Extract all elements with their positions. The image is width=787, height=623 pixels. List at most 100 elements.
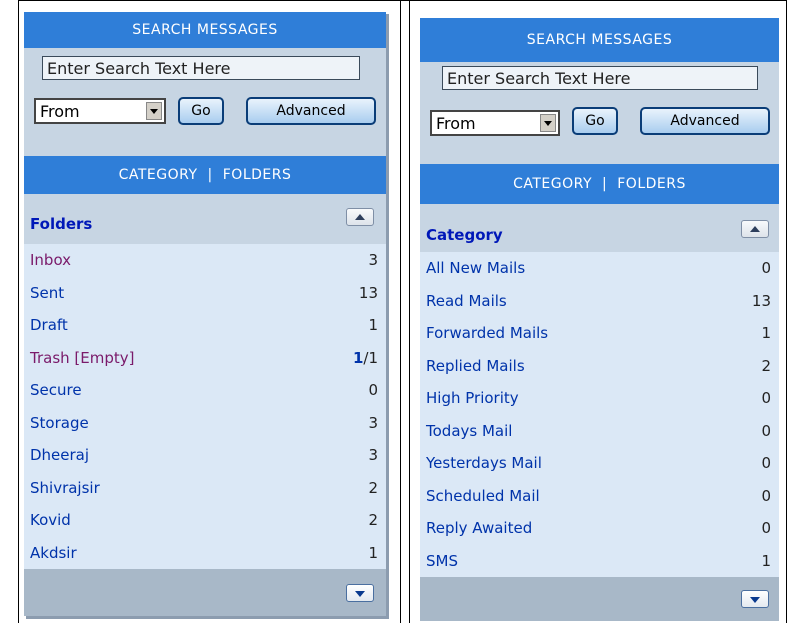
frame-top: [18, 0, 787, 1]
list-item[interactable]: SMS 1: [420, 545, 779, 578]
left-panel: SEARCH MESSAGES From Go Advanced CATEGOR…: [24, 12, 386, 616]
search-messages-header: SEARCH MESSAGES: [24, 12, 386, 48]
item-count: 0: [368, 381, 378, 399]
tab-category[interactable]: CATEGORY: [119, 167, 198, 183]
list-item[interactable]: Todays Mail 0: [420, 415, 779, 448]
category-section-header: Category: [420, 212, 779, 252]
search-input[interactable]: [442, 66, 758, 90]
item-label: Sent: [30, 283, 65, 302]
search-messages-header: SEARCH MESSAGES: [420, 18, 779, 62]
item-count: 1: [761, 551, 771, 570]
tab-folders[interactable]: FOLDERS: [617, 176, 686, 192]
list-item[interactable]: High Priority 0: [420, 382, 779, 415]
folders-list: Inbox 3 Sent 13 Draft 1 Trash [Empty] 1/…: [24, 244, 386, 569]
item-count: 13: [358, 283, 378, 302]
list-item[interactable]: Draft 1: [24, 309, 386, 342]
item-count: 1: [761, 324, 771, 342]
folders-section-header: Folders: [24, 202, 386, 244]
list-item[interactable]: Secure 0: [24, 374, 386, 407]
item-label: Trash [Empty]: [30, 348, 135, 367]
list-item[interactable]: Kovid 2: [24, 504, 386, 537]
item-label: Shivrajsir: [30, 478, 100, 497]
item-count: 1: [368, 316, 378, 334]
item-label: Forwarded Mails: [426, 324, 549, 342]
go-button[interactable]: Go: [572, 107, 618, 135]
category-folders-tabs: CATEGORY | FOLDERS: [420, 164, 779, 204]
item-count: 3: [368, 251, 378, 269]
section-title: Category: [426, 226, 503, 244]
item-count: 3: [368, 413, 378, 432]
item-label: Draft: [30, 316, 68, 334]
search-messages-title: SEARCH MESSAGES: [526, 32, 673, 48]
scroll-down-icon[interactable]: [346, 584, 374, 602]
item-label: Kovid: [30, 511, 71, 529]
scroll-down-icon[interactable]: [741, 590, 769, 608]
advanced-button[interactable]: Advanced: [246, 97, 376, 125]
item-label: Read Mails: [426, 291, 507, 310]
item-label: Scheduled Mail: [426, 486, 540, 505]
list-item[interactable]: Sent 13: [24, 277, 386, 310]
item-label: SMS: [426, 551, 458, 570]
list-item[interactable]: Akdsir 1: [24, 537, 386, 570]
left-panel-shadow-bottom: [26, 616, 389, 619]
list-item[interactable]: All New Mails 0: [420, 252, 779, 285]
item-count: 0: [761, 486, 771, 505]
item-count: 2: [761, 356, 771, 375]
item-label: Storage: [30, 413, 89, 432]
scroll-up-icon[interactable]: [741, 220, 769, 238]
item-total-count: /1: [363, 348, 378, 367]
tab-separator: |: [207, 167, 213, 183]
folders-list-footer: [24, 569, 386, 616]
list-item[interactable]: Storage 3: [24, 407, 386, 440]
category-list: All New Mails 0 Read Mails 13 Forwarded …: [420, 252, 779, 577]
item-label: Yesterdays Mail: [426, 454, 542, 472]
item-count: 0: [761, 421, 771, 440]
frame-mid-2: [409, 0, 410, 623]
item-label: Akdsir: [30, 543, 77, 562]
item-label: Todays Mail: [426, 421, 513, 440]
chevron-down-icon[interactable]: [146, 102, 162, 120]
search-field-select[interactable]: From: [430, 110, 560, 136]
tab-folders[interactable]: FOLDERS: [223, 167, 292, 183]
section-title: Folders: [30, 215, 93, 233]
list-item[interactable]: Shivrajsir 2: [24, 472, 386, 505]
category-list-footer: [420, 577, 779, 621]
item-count: 13: [751, 291, 771, 310]
tab-category[interactable]: CATEGORY: [513, 176, 592, 192]
item-unread-count: 1: [352, 348, 364, 367]
frame-left: [18, 0, 19, 623]
search-input[interactable]: [42, 56, 360, 80]
list-item[interactable]: Trash [Empty] 1/1: [24, 342, 386, 375]
list-item[interactable]: Dheeraj 3: [24, 439, 386, 472]
list-item[interactable]: Reply Awaited 0: [420, 512, 779, 545]
item-label: Dheeraj: [30, 446, 90, 464]
item-count: 3: [368, 446, 378, 464]
item-count: 0: [761, 454, 771, 472]
advanced-button[interactable]: Advanced: [640, 107, 770, 135]
item-label: All New Mails: [426, 259, 526, 277]
item-count: 0: [761, 389, 771, 407]
search-field-value: From: [40, 102, 80, 121]
scroll-up-icon[interactable]: [346, 208, 374, 226]
list-item[interactable]: Replied Mails 2: [420, 350, 779, 383]
search-field-value: From: [436, 114, 476, 133]
search-messages-title: SEARCH MESSAGES: [132, 22, 278, 38]
item-count: 1/1: [353, 349, 378, 367]
chevron-down-icon[interactable]: [540, 114, 556, 132]
list-item[interactable]: Read Mails 13: [420, 285, 779, 318]
go-button[interactable]: Go: [178, 97, 224, 125]
list-item[interactable]: Yesterdays Mail 0: [420, 447, 779, 480]
item-count: 0: [761, 259, 771, 277]
search-field-select[interactable]: From: [34, 98, 166, 124]
list-item[interactable]: Forwarded Mails 1: [420, 317, 779, 350]
item-label: High Priority: [426, 389, 519, 407]
item-count: 0: [761, 519, 771, 537]
category-folders-tabs: CATEGORY | FOLDERS: [24, 156, 386, 194]
frame-mid-1: [400, 0, 401, 623]
tab-separator: |: [602, 176, 608, 192]
item-count: 2: [368, 511, 378, 529]
list-item[interactable]: Inbox 3: [24, 244, 386, 277]
left-panel-shadow: [386, 14, 389, 618]
list-item[interactable]: Scheduled Mail 0: [420, 480, 779, 513]
item-label: Secure: [30, 381, 82, 399]
